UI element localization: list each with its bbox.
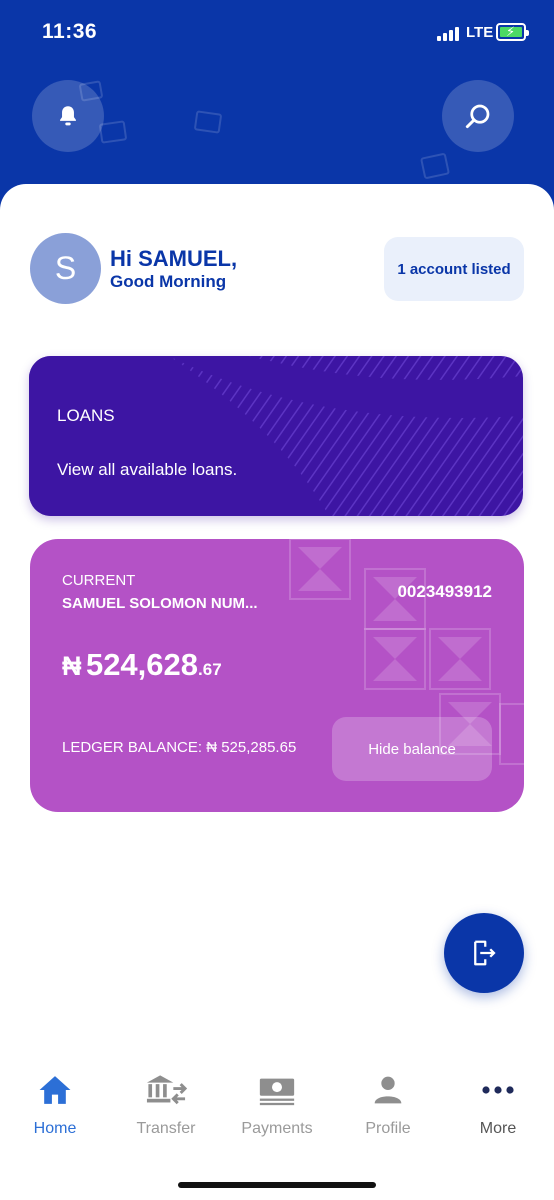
loans-title: LOANS	[57, 406, 115, 425]
nav-label-home: Home	[33, 1120, 77, 1137]
account-holder-name: SAMUEL SOLOMON NUM...	[62, 595, 258, 612]
account-type: CURRENT	[62, 572, 136, 589]
decor-card-icon	[419, 152, 451, 180]
balance-main: 524,628	[85, 647, 199, 682]
search-icon	[465, 104, 490, 129]
nav-label-payments: Payments	[241, 1120, 313, 1137]
person-icon	[374, 1076, 402, 1104]
nav-label-transfer: Transfer	[136, 1120, 196, 1137]
bell-icon	[60, 106, 76, 126]
avatar[interactable]: S	[30, 233, 101, 304]
bank-transfer-icon	[146, 1075, 188, 1105]
nav-profile[interactable]: Profile	[333, 1060, 443, 1138]
balance-decimal: .67	[198, 660, 222, 679]
hide-balance-button[interactable]: Hide balance	[332, 717, 492, 781]
status-time: 11:36	[42, 20, 98, 43]
home-indicator	[178, 1182, 376, 1188]
account-card[interactable]: CURRENT SAMUEL SOLOMON NUM... 0023493912…	[30, 539, 524, 812]
greeting-subtitle: Good Morning	[110, 272, 227, 291]
wave-pattern-graphic	[29, 356, 523, 516]
nav-home[interactable]: Home	[0, 1060, 110, 1138]
money-icon	[259, 1078, 295, 1106]
decor-refresh-icon	[193, 110, 223, 134]
ledger-balance: LEDGER BALANCE: ₦ 525,285.65	[62, 739, 297, 756]
nav-payments[interactable]: Payments	[222, 1060, 332, 1138]
greeting-name: Hi SAMUEL,	[110, 246, 238, 271]
account-number: 0023493912	[397, 582, 492, 601]
home-icon	[39, 1076, 71, 1104]
more-dots-icon	[482, 1086, 514, 1094]
search-button[interactable]	[442, 80, 514, 152]
nav-transfer[interactable]: Transfer	[111, 1060, 221, 1138]
nav-label-more: More	[479, 1120, 517, 1137]
status-bar: 11:36 LTE ⚡	[0, 0, 554, 66]
currency-symbol: ₦	[62, 651, 82, 681]
signal-icon	[437, 27, 459, 41]
nav-label-profile: Profile	[365, 1120, 411, 1137]
bottom-nav: Home Transfer Payments Profile More	[0, 1060, 554, 1160]
loans-card[interactable]: LOANS View all available loans.	[29, 356, 523, 516]
battery-icon: ⚡	[496, 23, 529, 41]
logout-icon	[474, 940, 496, 966]
logout-button[interactable]	[444, 913, 524, 993]
network-label: LTE	[466, 24, 494, 41]
notifications-button[interactable]	[32, 80, 104, 152]
nav-more[interactable]: More	[443, 1060, 553, 1138]
available-balance: ₦ 524,628.67	[62, 647, 222, 683]
accounts-count-badge[interactable]: 1 account listed	[384, 237, 524, 301]
loans-subtitle: View all available loans.	[57, 460, 238, 479]
